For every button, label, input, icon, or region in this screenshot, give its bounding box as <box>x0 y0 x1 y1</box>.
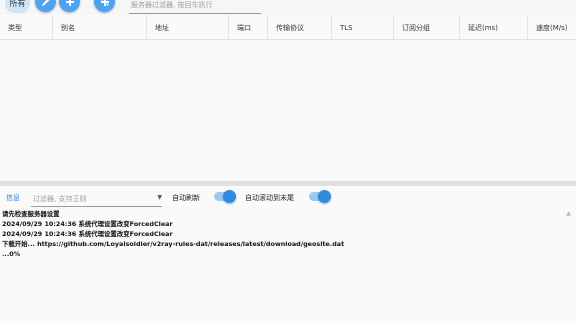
auto-refresh-knob <box>223 190 236 203</box>
add-server-button[interactable] <box>59 0 80 12</box>
scroll-up-icon[interactable]: ▲ <box>565 210 572 217</box>
column-port[interactable]: 端口 <box>229 15 268 40</box>
log-line: 2024/09/29 10:24:36 系统代理设置改变ForcedClear <box>2 230 173 238</box>
auto-scroll-knob <box>318 190 331 203</box>
server-filter-placeholder: 服务器过滤器, 按回车执行 <box>131 1 213 9</box>
filter-all-label: 所有 <box>9 0 26 8</box>
log-line: 2024/09/29 10:24:36 系统代理设置改变ForcedClear <box>2 220 173 228</box>
log-line: 下载开始... https://github.com/Loyalsoldier/… <box>2 240 345 248</box>
column-subscription-group[interactable]: 订阅分组 <box>394 15 460 40</box>
log-filter-placeholder: 过滤器, 支持正则 <box>33 195 87 203</box>
auto-scroll-label: 自动滚动到末尾 <box>245 194 294 202</box>
column-alias[interactable]: 别名 <box>53 15 147 40</box>
column-speed[interactable]: 速度(M/s) <box>528 15 576 40</box>
tab-info[interactable]: 信息 <box>6 193 20 203</box>
column-type[interactable]: 类型 <box>0 15 53 40</box>
chevron-down-icon[interactable]: ▼ <box>157 194 162 201</box>
log-panel: 信息 过滤器, 支持正则 ▼ 自动刷新 自动滚动到末尾 请先检查服务器设置 20… <box>0 186 576 324</box>
pencil-icon <box>41 0 49 6</box>
log-line: ...0% <box>2 250 21 258</box>
server-filter-input[interactable]: 服务器过滤器, 按回车执行 <box>129 0 261 14</box>
edit-server-button[interactable] <box>35 0 56 12</box>
log-filter-combobox[interactable]: 过滤器, 支持正则 ▼ <box>31 189 162 207</box>
auto-refresh-toggle[interactable] <box>214 190 236 203</box>
column-tls[interactable]: TLS <box>332 15 394 40</box>
column-address[interactable]: 地址 <box>147 15 229 40</box>
auto-scroll-toggle[interactable] <box>309 190 331 203</box>
column-latency[interactable]: 延迟(ms) <box>460 15 528 40</box>
column-transport[interactable]: 传输协议 <box>268 15 332 40</box>
log-line: 请先检查服务器设置 <box>2 210 60 218</box>
filter-all-button[interactable]: 所有 <box>5 0 30 13</box>
share-icon <box>100 0 109 6</box>
app-window: 所有 服务器过滤器, 按回车执行 类型 别名 地址 端口 传输协议 TLS 订阅… <box>0 0 576 324</box>
log-output[interactable]: 请先检查服务器设置 2024/09/29 10:24:36 系统代理设置改变Fo… <box>2 209 562 259</box>
share-server-button[interactable] <box>94 0 115 12</box>
plus-icon <box>65 0 74 6</box>
toolbar: 所有 服务器过滤器, 按回车执行 <box>0 0 576 15</box>
server-table[interactable]: 类型 别名 地址 端口 传输协议 TLS 订阅分组 延迟(ms) 速度(M/s) <box>0 15 576 181</box>
auto-refresh-label: 自动刷新 <box>172 194 200 202</box>
table-header: 类型 别名 地址 端口 传输协议 TLS 订阅分组 延迟(ms) 速度(M/s) <box>0 15 576 40</box>
